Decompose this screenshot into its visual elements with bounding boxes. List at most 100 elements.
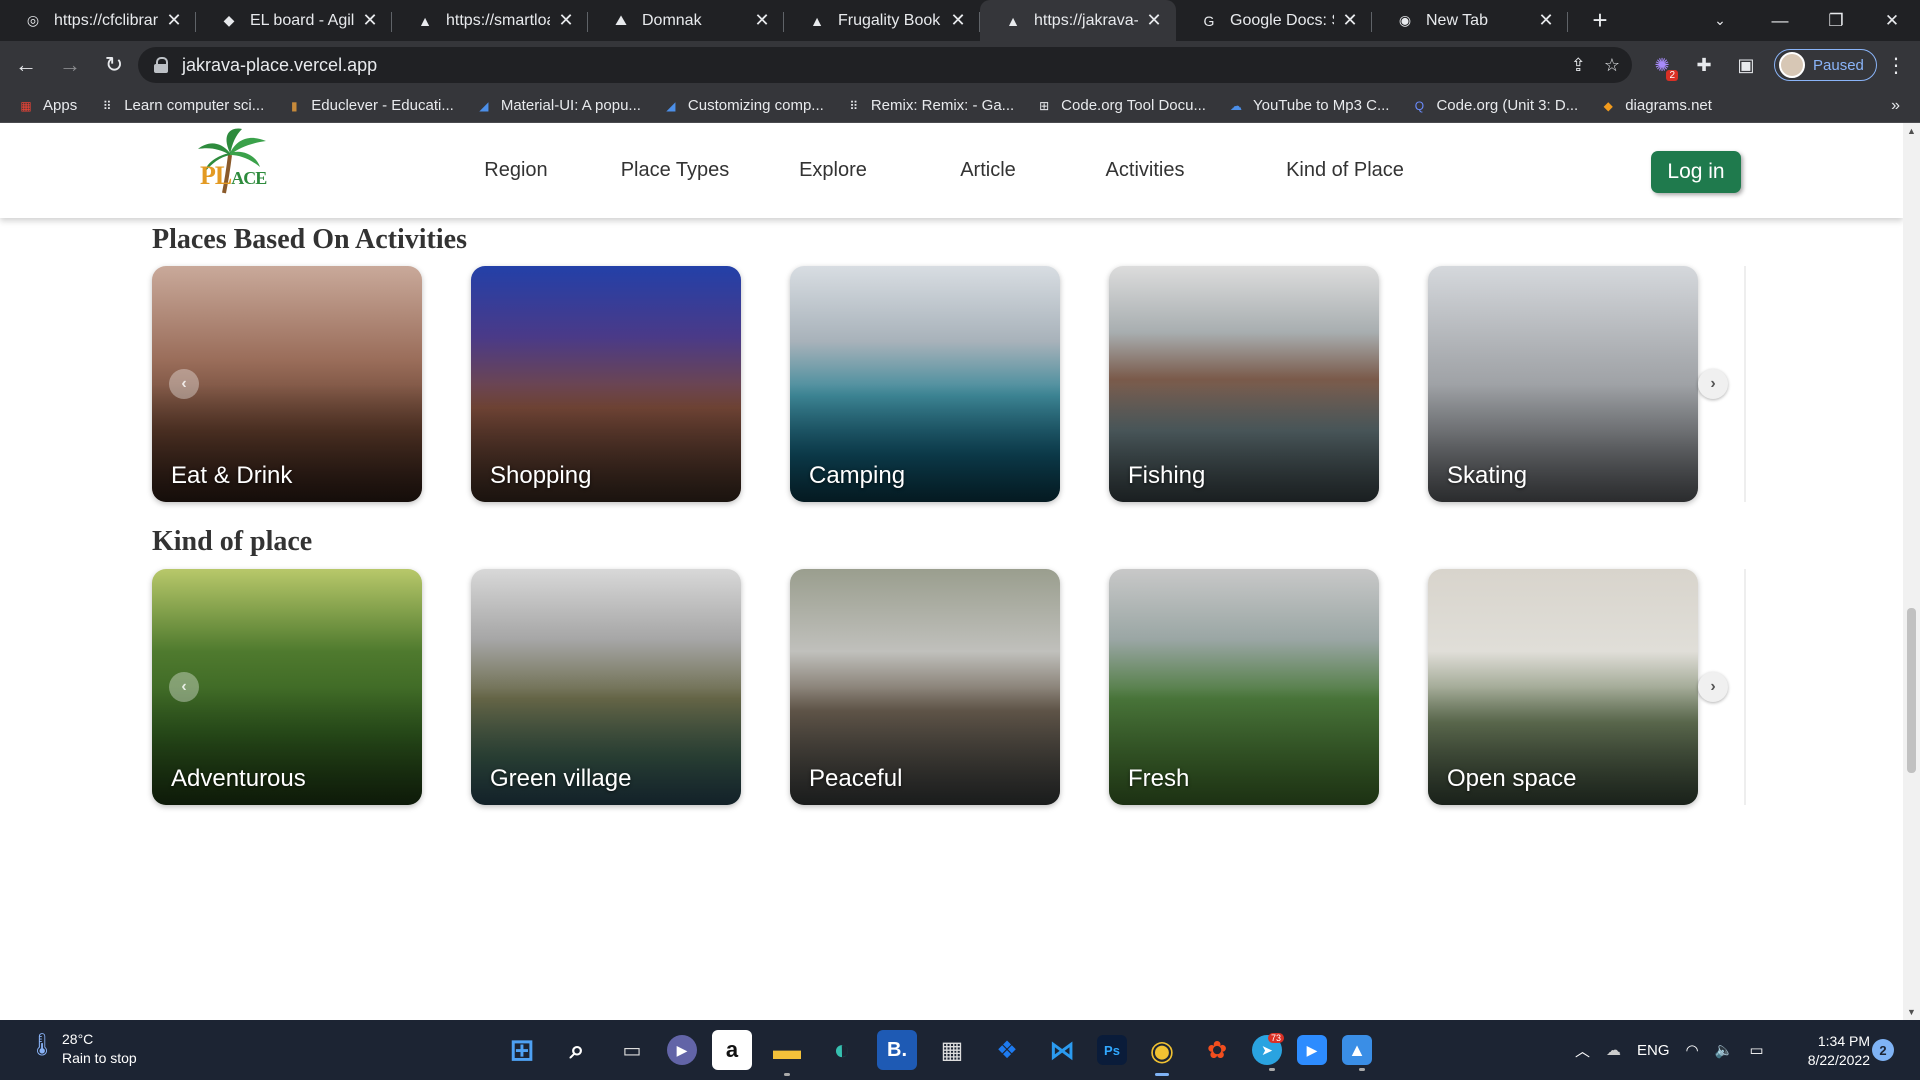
close-tab-icon[interactable]: ✕ xyxy=(164,10,184,31)
figma-icon[interactable]: ✿ xyxy=(1197,1030,1237,1070)
tab-3[interactable]: ⛰ Domnak ✕ xyxy=(588,0,784,41)
place-card[interactable]: Skating xyxy=(1428,266,1698,502)
vscode-icon[interactable]: ⋈ xyxy=(1042,1030,1082,1070)
web-page: PLACE Region Place Types Explore Article Act… xyxy=(0,123,1903,1020)
nav-link-activities[interactable]: Activities xyxy=(1099,159,1191,182)
bookmark-0[interactable]: ▦ Apps xyxy=(18,97,77,114)
carousel-next-button[interactable]: › xyxy=(1698,369,1728,399)
page-scrollbar[interactable]: ▲ ▼ xyxy=(1903,123,1920,1020)
nav-link-kind-of-place[interactable]: Kind of Place xyxy=(1281,159,1409,182)
tab-7[interactable]: ◉ New Tab ✕ xyxy=(1372,0,1568,41)
language-indicator[interactable]: ENG xyxy=(1637,1042,1670,1059)
close-tab-icon[interactable]: ✕ xyxy=(752,10,772,31)
chevron-up-icon[interactable]: ︿ xyxy=(1575,1040,1590,1061)
chrome-icon[interactable]: ◉ xyxy=(1142,1030,1182,1076)
close-tab-icon[interactable]: ✕ xyxy=(360,10,380,31)
wifi-icon[interactable]: ◠ xyxy=(1686,1041,1699,1059)
nav-link-region[interactable]: Region xyxy=(480,159,552,182)
extension-icon[interactable]: ✺ 2 xyxy=(1648,51,1678,81)
new-tab-button[interactable]: + xyxy=(1580,0,1620,41)
address-bar[interactable]: jakrava-place.vercel.app ⇪ ☆ xyxy=(138,47,1632,83)
tab-search-dropdown[interactable]: ⌄ xyxy=(1702,0,1738,41)
nav-link-explore[interactable]: Explore xyxy=(789,159,877,182)
dropbox-icon[interactable]: ❖ xyxy=(987,1030,1027,1070)
scrollbar-thumb[interactable] xyxy=(1907,608,1916,773)
more-menu-icon[interactable]: ⋮ xyxy=(1882,47,1910,83)
reload-button[interactable]: ↻ xyxy=(96,47,132,83)
puzzle-icon[interactable]: ✚ xyxy=(1690,51,1718,79)
browser-toolbar: ← → ↻ jakrava-place.vercel.app ⇪ ☆ ✺ 2 ✚ … xyxy=(0,41,1920,89)
bookmark-9[interactable]: ◆ diagrams.net xyxy=(1600,97,1712,114)
forward-button[interactable]: → xyxy=(52,47,88,83)
profile-button[interactable]: Paused xyxy=(1774,49,1877,81)
tab-0[interactable]: ◎ https://cfclibrary. ✕ xyxy=(0,0,196,41)
notification-badge[interactable]: 2 xyxy=(1872,1039,1894,1061)
tab-4[interactable]: ▲ Frugality Book ✕ xyxy=(784,0,980,41)
tab-6[interactable]: G Google Docs: Sig ✕ xyxy=(1176,0,1372,41)
search-icon[interactable]: ⌕ xyxy=(557,1030,597,1070)
onedrive-error-icon[interactable]: ☁ xyxy=(1606,1041,1621,1059)
place-card[interactable]: Fishing xyxy=(1109,266,1379,502)
scroll-up-icon[interactable]: ▲ xyxy=(1903,123,1920,139)
photos-icon[interactable]: ▲ xyxy=(1342,1035,1372,1071)
close-tab-icon[interactable]: ✕ xyxy=(556,10,576,31)
login-button[interactable]: Log in xyxy=(1651,151,1741,193)
file-explorer-icon[interactable]: ▬ xyxy=(767,1030,807,1076)
place-card[interactable]: Fresh xyxy=(1109,569,1379,805)
share-icon[interactable]: ⇪ xyxy=(1571,55,1586,76)
bookmark-label: Code.org Tool Docu... xyxy=(1061,97,1206,114)
volume-muted-icon[interactable]: 🔈 xyxy=(1715,1041,1734,1059)
place-card[interactable]: Peaceful xyxy=(790,569,1060,805)
booking-icon[interactable]: B. xyxy=(877,1030,917,1070)
window-controls: — ❐ ✕ xyxy=(1752,0,1920,41)
amazon-icon[interactable]: a xyxy=(712,1030,752,1070)
task-view-icon[interactable]: ▭ xyxy=(612,1030,652,1070)
close-tab-icon[interactable]: ✕ xyxy=(1144,10,1164,31)
bookmark-3[interactable]: ◢ Material-UI: A popu... xyxy=(476,97,641,114)
bookmark-6[interactable]: ⊞ Code.org Tool Docu... xyxy=(1036,97,1206,114)
star-icon[interactable]: ☆ xyxy=(1604,55,1620,76)
place-card[interactable]: Open space xyxy=(1428,569,1698,805)
restore-button[interactable]: ❐ xyxy=(1808,0,1864,41)
tab-5[interactable]: ▲ https://jakrava-pl ✕ xyxy=(980,0,1176,41)
photoshop-icon[interactable]: Ps xyxy=(1097,1035,1127,1065)
clock[interactable]: 1:34 PM 8/22/2022 xyxy=(1790,1032,1870,1070)
bookmark-8[interactable]: Q Code.org (Unit 3: D... xyxy=(1411,97,1578,114)
back-button[interactable]: ← xyxy=(8,47,44,83)
tab-2[interactable]: ▲ https://smartload ✕ xyxy=(392,0,588,41)
tab-title: Google Docs: Sig xyxy=(1230,11,1334,29)
carousel-prev-button[interactable]: ‹ xyxy=(169,672,199,702)
tab-1[interactable]: ◆ EL board - Agile b ✕ xyxy=(196,0,392,41)
carousel-prev-button[interactable]: ‹ xyxy=(169,369,199,399)
side-panel-icon[interactable]: ▣ xyxy=(1732,51,1760,79)
place-card[interactable]: Green village xyxy=(471,569,741,805)
vercel-icon: ▲ xyxy=(810,12,824,29)
telegram-icon[interactable]: ➤ 73 xyxy=(1252,1033,1284,1071)
bookmark-1[interactable]: ⠿ Learn computer sci... xyxy=(99,97,264,114)
google-icon: G xyxy=(1203,12,1215,29)
teams-chat-icon[interactable]: ▶ xyxy=(667,1035,697,1065)
place-card[interactable]: Shopping xyxy=(471,266,741,502)
bookmark-2[interactable]: ▮ Educlever - Educati... xyxy=(286,97,454,114)
weather-widget[interactable]: 🌡 28°C Rain to stop xyxy=(28,1030,137,1068)
close-tab-icon[interactable]: ✕ xyxy=(1536,10,1556,31)
windows-start-icon[interactable]: ⊞ xyxy=(502,1030,542,1070)
nav-link-place-types[interactable]: Place Types xyxy=(619,159,731,182)
site-header: PLACE Region Place Types Explore Article Act… xyxy=(0,123,1903,218)
bookmark-5[interactable]: ⠿ Remix: Remix: - Ga... xyxy=(846,97,1014,114)
nav-link-article[interactable]: Article xyxy=(944,159,1032,182)
bookmark-4[interactable]: ◢ Customizing comp... xyxy=(663,97,824,114)
zoom-icon[interactable]: ▶ xyxy=(1297,1035,1327,1065)
place-card[interactable]: Camping xyxy=(790,266,1060,502)
close-tab-icon[interactable]: ✕ xyxy=(948,10,968,31)
store-icon[interactable]: ▦ xyxy=(932,1030,972,1070)
bookmarks-overflow-icon[interactable]: » xyxy=(1891,89,1900,123)
scroll-down-icon[interactable]: ▼ xyxy=(1903,1004,1920,1020)
carousel-next-button[interactable]: › xyxy=(1698,672,1728,702)
close-window-button[interactable]: ✕ xyxy=(1864,0,1920,41)
battery-icon[interactable]: ▭ xyxy=(1749,1041,1763,1059)
close-tab-icon[interactable]: ✕ xyxy=(1340,10,1360,31)
minimize-button[interactable]: — xyxy=(1752,0,1808,41)
edge-icon[interactable]: ◐ xyxy=(822,1030,862,1070)
bookmark-7[interactable]: ☁ YouTube to Mp3 C... xyxy=(1228,97,1389,114)
